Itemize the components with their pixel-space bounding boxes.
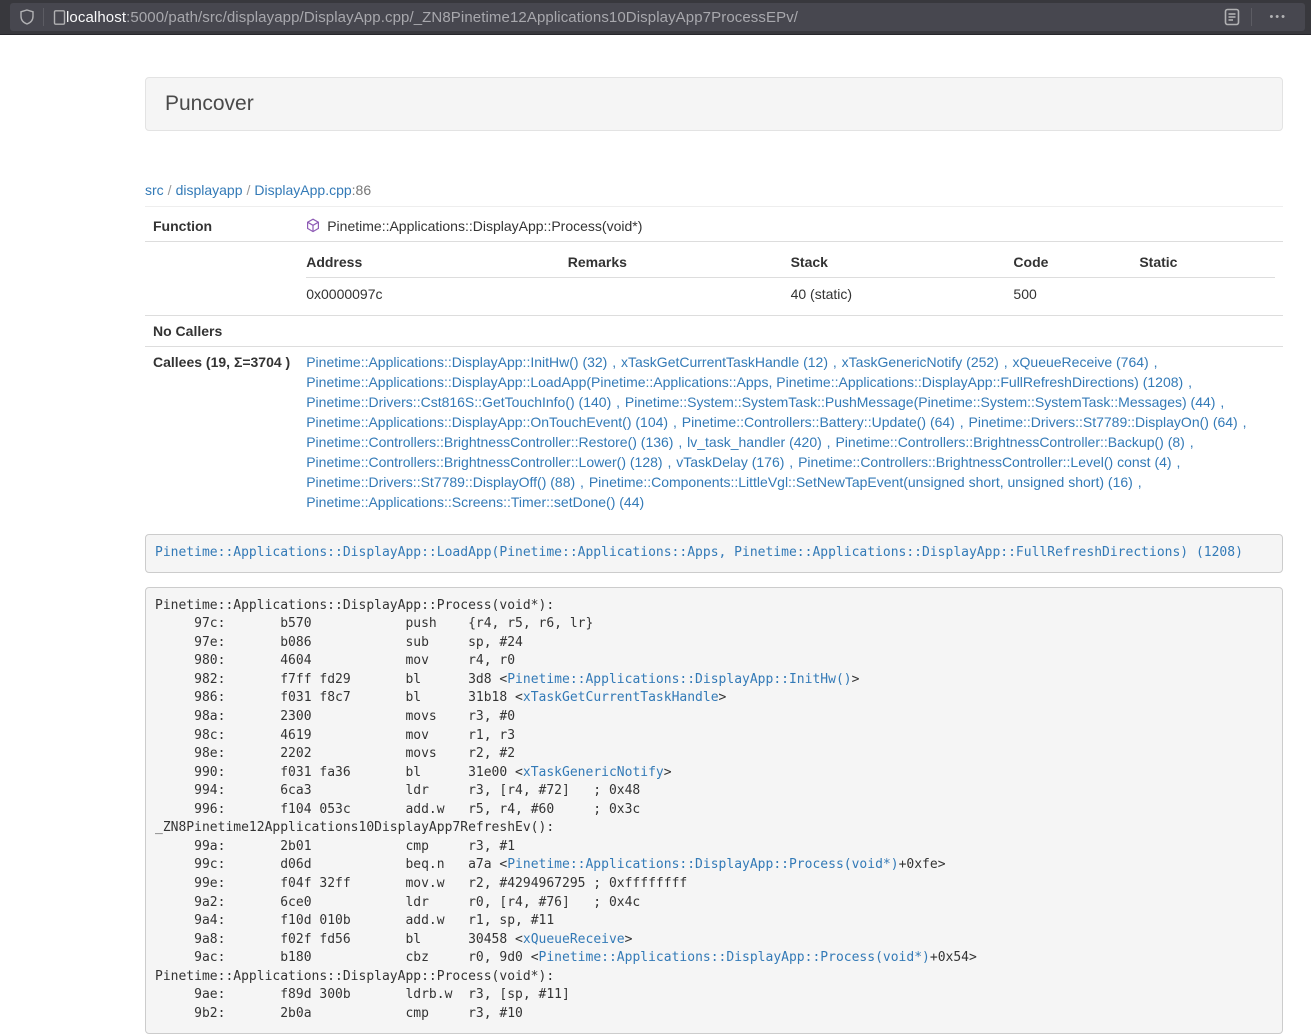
function-name: Pinetime::Applications::DisplayApp::Proc…: [327, 218, 642, 234]
callee-link[interactable]: Pinetime::System::SystemTask::PushMessag…: [625, 394, 1216, 410]
disassembly-symbol-link[interactable]: xTaskGetCurrentTaskHandle: [523, 690, 719, 705]
page-actions-menu-icon[interactable]: •••: [1261, 11, 1295, 23]
callee-separator: ,: [999, 354, 1013, 370]
callee-separator: ,: [828, 354, 842, 370]
metrics-cell: Address Remarks Stack Code Static 0x0000…: [298, 242, 1283, 316]
callees-list: Pinetime::Applications::DisplayApp::Init…: [298, 347, 1283, 518]
callee-link[interactable]: Pinetime::Controllers::BrightnessControl…: [306, 454, 662, 470]
callee-link[interactable]: Pinetime::Controllers::BrightnessControl…: [306, 434, 673, 450]
callee-separator: ,: [955, 414, 969, 430]
metrics-row: Address Remarks Stack Code Static 0x0000…: [145, 242, 1283, 316]
callee-separator: ,: [822, 434, 836, 450]
function-row: Function Pinetime::Applications::Display…: [145, 211, 1283, 242]
callee-link[interactable]: Pinetime::Drivers::St7789::DisplayOn() (…: [969, 414, 1238, 430]
function-name-cell: Pinetime::Applications::DisplayApp::Proc…: [298, 211, 1283, 242]
callee-separator: ,: [1215, 394, 1225, 410]
no-callers-row: No Callers: [145, 316, 1283, 347]
page-title: Puncover: [165, 92, 1263, 116]
metrics-table: Address Remarks Stack Code Static 0x0000…: [306, 247, 1275, 310]
page-content: Puncover src/displayapp/DisplayApp.cpp:8…: [145, 77, 1283, 1034]
callee-separator: ,: [1183, 374, 1193, 390]
toolbar-divider: [1251, 8, 1252, 26]
callee-link[interactable]: Pinetime::Controllers::Battery::Update()…: [682, 414, 955, 430]
remarks-header: Remarks: [568, 247, 791, 278]
url-path: :5000/path/src/displayapp/DisplayApp.cpp…: [126, 9, 798, 26]
page-icon[interactable]: [53, 10, 66, 25]
callee-link[interactable]: xQueueReceive (764): [1013, 354, 1149, 370]
stack-header: Stack: [791, 247, 1014, 278]
metrics-row-label-empty: [145, 242, 298, 316]
breadcrumb-link-src[interactable]: src: [145, 182, 164, 198]
callee-separator: ,: [1238, 414, 1248, 430]
divider: [145, 206, 1283, 207]
callee-separator: ,: [575, 474, 589, 490]
address-header: Address: [306, 247, 568, 278]
callee-link[interactable]: xTaskGenericNotify (252): [842, 354, 999, 370]
url-host: localhost: [66, 9, 126, 26]
callee-link[interactable]: Pinetime::Drivers::St7789::DisplayOff() …: [306, 474, 575, 490]
callee-link[interactable]: Pinetime::Applications::DisplayApp::Load…: [306, 374, 1183, 390]
callee-link[interactable]: lv_task_handler (420): [687, 434, 822, 450]
metrics-header-row: Address Remarks Stack Code Static: [306, 247, 1275, 278]
static-value: [1139, 278, 1275, 311]
code-value: 500: [1013, 278, 1139, 311]
browser-toolbar: localhost:5000/path/src/displayapp/Displ…: [0, 0, 1311, 35]
callees-label: Callees (19, Σ=3704 ): [145, 347, 298, 518]
stack-value: 40 (static): [791, 278, 1014, 311]
callee-separator: ,: [607, 354, 621, 370]
callee-separator: ,: [673, 434, 687, 450]
callee-link[interactable]: Pinetime::Applications::DisplayApp::Init…: [306, 354, 607, 370]
static-header: Static: [1139, 247, 1275, 278]
breadcrumb-separator: /: [243, 182, 255, 198]
reader-mode-icon[interactable]: [1222, 7, 1242, 27]
identity-divider: [43, 8, 44, 26]
callees-row: Callees (19, Σ=3704 ) Pinetime::Applicat…: [145, 347, 1283, 518]
disassembly-symbol-link[interactable]: xQueueReceive: [523, 932, 625, 947]
callee-separator: ,: [663, 454, 677, 470]
callee-separator: ,: [1133, 474, 1143, 490]
disassembly-symbol-link[interactable]: Pinetime::Applications::DisplayApp::Proc…: [539, 950, 930, 965]
metrics-value-row: 0x0000097c 40 (static) 500: [306, 278, 1275, 311]
breadcrumb-separator: /: [164, 182, 176, 198]
callee-link[interactable]: Pinetime::Controllers::BrightnessControl…: [798, 454, 1171, 470]
callee-link[interactable]: xTaskGetCurrentTaskHandle (12): [621, 354, 828, 370]
disassembly-block: Pinetime::Applications::DisplayApp::Proc…: [145, 587, 1283, 1034]
callee-link[interactable]: Pinetime::Applications::Screens::Timer::…: [306, 494, 644, 510]
disassembly-symbol-link[interactable]: xTaskGenericNotify: [523, 765, 664, 780]
callee-separator: ,: [1185, 434, 1195, 450]
callee-separator: ,: [611, 394, 625, 410]
callee-separator: ,: [784, 454, 798, 470]
address-value: 0x0000097c: [306, 278, 568, 311]
shield-icon[interactable]: [20, 9, 34, 25]
function-label: Function: [145, 211, 298, 242]
code-header: Code: [1013, 247, 1139, 278]
disassembly-symbol-link[interactable]: Pinetime::Applications::DisplayApp::Init…: [507, 672, 851, 687]
callee-separator: ,: [668, 414, 682, 430]
breadcrumb-line-number: :86: [352, 182, 371, 198]
callee-separator: ,: [1149, 354, 1159, 370]
no-callers-cell: [298, 316, 1283, 347]
url-bar[interactable]: localhost:5000/path/src/displayapp/Displ…: [10, 3, 1305, 31]
callee-link[interactable]: Pinetime::Controllers::BrightnessControl…: [835, 434, 1184, 450]
callee-link[interactable]: Pinetime::Components::LittleVgl::SetNewT…: [589, 474, 1133, 490]
breadcrumb-link-file[interactable]: DisplayApp.cpp: [254, 182, 351, 198]
symbol-cube-icon: [306, 218, 320, 233]
callee-link[interactable]: Pinetime::Drivers::Cst816S::GetTouchInfo…: [306, 394, 611, 410]
url-text[interactable]: localhost:5000/path/src/displayapp/Displ…: [66, 9, 1222, 26]
no-callers-label: No Callers: [145, 316, 298, 347]
highlighted-symbol-link[interactable]: Pinetime::Applications::DisplayApp::Load…: [155, 545, 1243, 560]
breadcrumb: src/displayapp/DisplayApp.cpp:86: [145, 183, 1283, 197]
callee-separator: ,: [1172, 454, 1182, 470]
callee-link[interactable]: vTaskDelay (176): [676, 454, 784, 470]
page-title-panel: Puncover: [145, 77, 1283, 131]
breadcrumb-link-displayapp[interactable]: displayapp: [176, 182, 243, 198]
function-table: Function Pinetime::Applications::Display…: [145, 211, 1283, 517]
disassembly-symbol-link[interactable]: Pinetime::Applications::DisplayApp::Proc…: [507, 857, 898, 872]
remarks-value: [568, 278, 791, 311]
highlighted-symbol-box: Pinetime::Applications::DisplayApp::Load…: [145, 534, 1283, 573]
callee-link[interactable]: Pinetime::Applications::DisplayApp::OnTo…: [306, 414, 668, 430]
